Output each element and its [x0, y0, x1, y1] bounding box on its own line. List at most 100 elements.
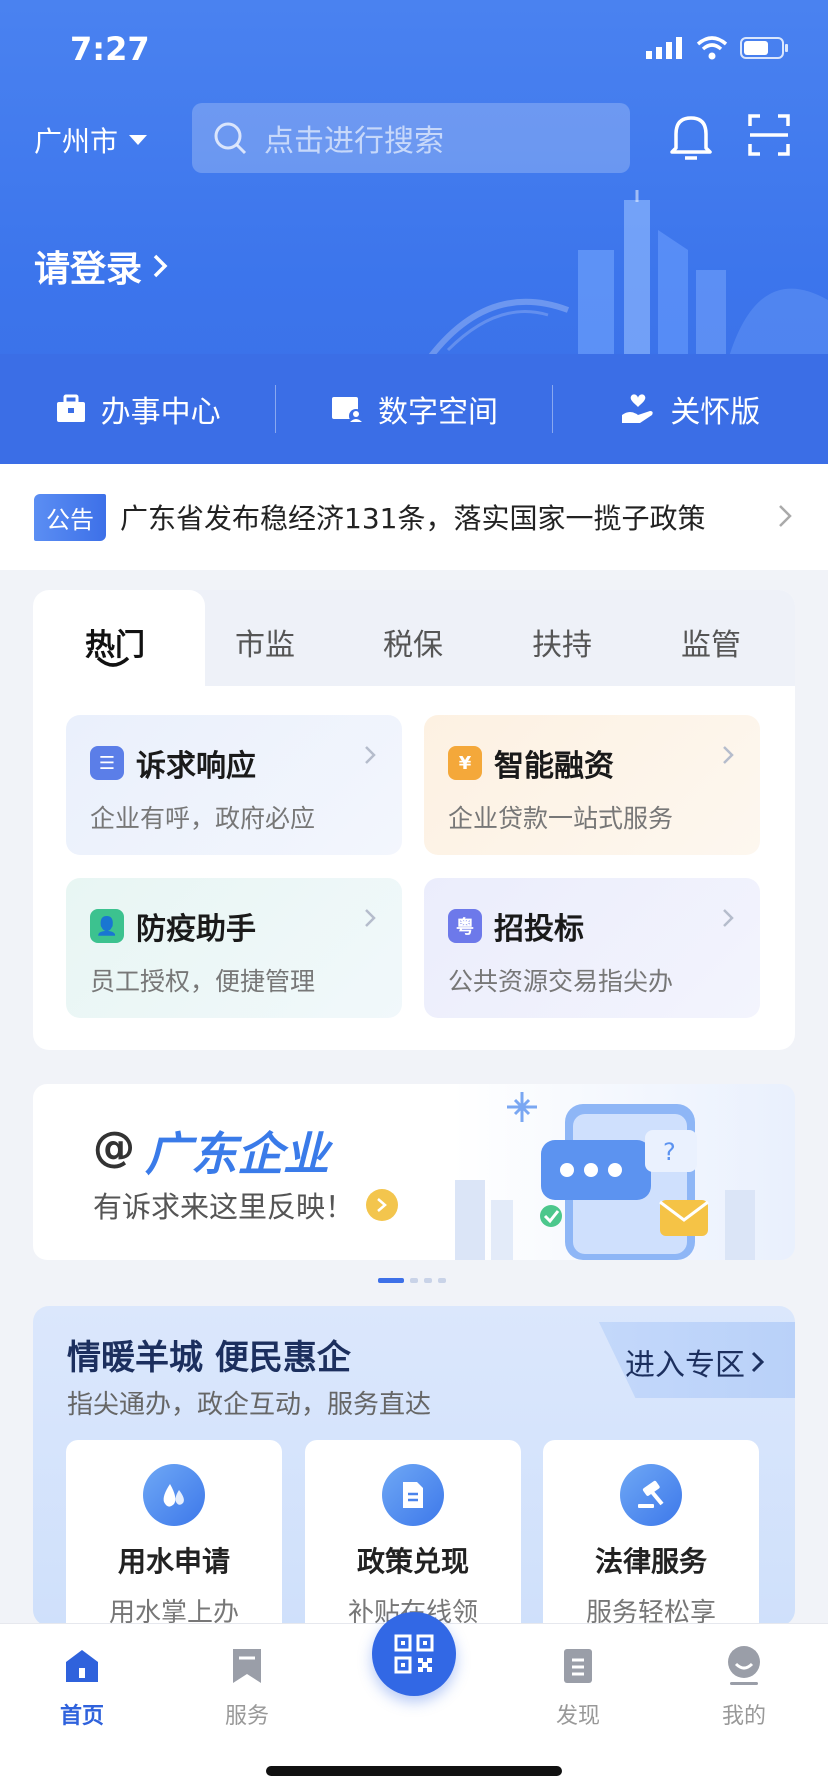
qr-code-icon: [394, 1634, 434, 1674]
chevron-right-icon: [751, 1351, 765, 1373]
service-title: 诉求响应: [136, 749, 256, 784]
qr-code-button[interactable]: [372, 1612, 456, 1696]
service-subtitle: 企业贷款一站式服务: [448, 804, 674, 833]
briefcase-icon: [56, 394, 85, 422]
yuan-icon: ¥: [448, 746, 482, 780]
nav-discover[interactable]: 发现: [523, 1640, 633, 1730]
home-icon: [66, 1650, 98, 1682]
status-time: 7:27: [70, 30, 150, 68]
signal-icon: [646, 37, 682, 59]
service-subtitle: 员工授权，便捷管理: [90, 967, 316, 996]
banner-pagination: [378, 1278, 446, 1283]
tab-tax-insurance[interactable]: 税保: [383, 620, 443, 664]
chevron-right-icon: [723, 746, 734, 764]
water-drop-icon: [143, 1464, 205, 1526]
service-card-bidding[interactable]: 粤招投标 公共资源交易指尖办: [424, 878, 760, 1018]
zone-card-legal-service[interactable]: 法律服务 服务轻松享: [543, 1440, 759, 1626]
city-label: 广州市: [34, 125, 119, 158]
list-icon: ☰: [90, 746, 124, 780]
banner-subtitle-row: 有诉求来这里反映！: [93, 1184, 399, 1226]
login-label: 请登录: [34, 249, 143, 290]
bell-icon[interactable]: [668, 112, 714, 162]
service-title: 防疫助手: [136, 912, 256, 947]
scan-icon[interactable]: [748, 114, 790, 156]
banner-subtitle: 有诉求来这里反映！: [93, 1190, 355, 1224]
zone-card-title: 政策兑现: [356, 1545, 469, 1578]
caret-down-icon: [129, 135, 148, 145]
header: 7:27 广州市 点击进行搜索 请登录 办事中心 数字空间 关怀版: [0, 0, 828, 464]
arrow-circle-icon: [366, 1189, 399, 1221]
status-icons: [646, 36, 790, 60]
service-title: 招投标: [494, 912, 584, 947]
nav-label: 服务: [224, 1704, 269, 1729]
wifi-icon: [696, 36, 728, 60]
chevron-right-icon: [365, 909, 376, 927]
banner-at-symbol: @: [93, 1122, 135, 1171]
chevron-right-icon: [153, 254, 168, 278]
service-subtitle: 企业有呼，政府必应: [90, 804, 316, 833]
zone-enter-label: 进入专区: [625, 1348, 745, 1383]
tab-bar: 热门 市监 税保 扶持 监管: [33, 590, 795, 686]
zone-enter-button[interactable]: 进入专区: [625, 1340, 765, 1384]
chevron-right-icon: [723, 909, 734, 927]
quick-item-service-center[interactable]: 办事中心: [0, 387, 275, 431]
svg-text:?: ?: [663, 1138, 676, 1166]
nav-profile[interactable]: 我的: [689, 1640, 799, 1730]
service-title: 智能融资: [494, 749, 614, 784]
announcement-bar[interactable]: 公告 广东省发布稳经济131条，落实国家一揽子政策: [0, 464, 828, 570]
search-bar[interactable]: 点击进行搜索: [192, 103, 630, 173]
service-card-epidemic-assistant[interactable]: 👤 防疫助手 员工授权，便捷管理: [66, 878, 402, 1018]
quick-item-digital-space[interactable]: 数字空间: [276, 387, 551, 431]
pagination-dot: [424, 1278, 432, 1283]
zone-card-policy-redemption[interactable]: 政策兑现 补贴在线领: [305, 1440, 521, 1626]
nav-label: 我的: [721, 1704, 766, 1729]
active-tab-indicator: [96, 656, 130, 667]
chevron-right-icon: [779, 505, 792, 527]
home-indicator: [266, 1766, 562, 1776]
nav-label: 发现: [555, 1704, 600, 1729]
nav-home[interactable]: 首页: [27, 1640, 137, 1730]
service-subtitle: 公共资源交易指尖办: [448, 967, 674, 996]
zone-subtitle: 指尖通办，政企互动，服务直达: [67, 1390, 432, 1420]
pagination-dot: [410, 1278, 418, 1283]
banner-title: 广东企业: [145, 1127, 329, 1181]
tab-support[interactable]: 扶持: [532, 620, 592, 664]
quick-bar: 办事中心 数字空间 关怀版: [0, 354, 828, 464]
quick-item-care-mode[interactable]: 关怀版: [553, 387, 828, 431]
search-placeholder: 点击进行搜索: [264, 124, 444, 159]
bookmark-icon: [233, 1649, 261, 1683]
profile-icon: [728, 1646, 760, 1685]
quick-label: 关怀版: [670, 395, 761, 430]
pagination-dot: [378, 1278, 404, 1283]
service-card-financing[interactable]: ¥ 智能融资 企业贷款一站式服务: [424, 715, 760, 855]
zone-card-water-application[interactable]: 用水申请 用水掌上办: [66, 1440, 282, 1626]
user-icon: 👤: [90, 909, 124, 943]
promo-banner[interactable]: @ 广东企业 有诉求来这里反映！ ?: [33, 1084, 795, 1260]
city-skyline-illustration: [428, 190, 828, 360]
zone-title: 情暖羊城 便民惠企: [67, 1338, 351, 1378]
convenience-zone: 进入专区 情暖羊城 便民惠企 指尖通办，政企互动，服务直达 用水申请 用水掌上办…: [33, 1306, 795, 1626]
document-icon: [382, 1464, 444, 1526]
yue-icon: 粤: [448, 909, 482, 943]
quick-label: 办事中心: [100, 395, 221, 430]
gavel-icon: [620, 1464, 682, 1526]
battery-icon: [740, 37, 788, 59]
care-hand-heart-icon: [622, 394, 653, 423]
digital-space-icon: [331, 397, 363, 423]
zone-card-title: 用水申请: [117, 1545, 230, 1578]
phone-chat-illustration: ?: [455, 1092, 755, 1260]
login-link[interactable]: 请登录: [34, 240, 168, 292]
tab-regulation[interactable]: 监管: [681, 620, 741, 664]
chevron-right-icon: [365, 746, 376, 764]
pagination-dot: [438, 1278, 446, 1283]
service-card-appeal[interactable]: ☰ 诉求响应 企业有呼，政府必应: [66, 715, 402, 855]
tab-market-supervision[interactable]: 市监: [235, 620, 295, 664]
search-icon: [214, 122, 247, 155]
zone-card-subtitle: 用水掌上办: [108, 1598, 239, 1626]
zone-card-subtitle: 服务轻松享: [585, 1598, 716, 1626]
nav-service[interactable]: 服务: [192, 1640, 302, 1730]
city-selector[interactable]: 广州市: [34, 120, 148, 160]
announcement-badge: 公告: [34, 493, 106, 541]
discover-document-icon: [564, 1649, 592, 1683]
announcement-text: 广东省发布稳经济131条，落实国家一揽子政策: [120, 502, 706, 535]
